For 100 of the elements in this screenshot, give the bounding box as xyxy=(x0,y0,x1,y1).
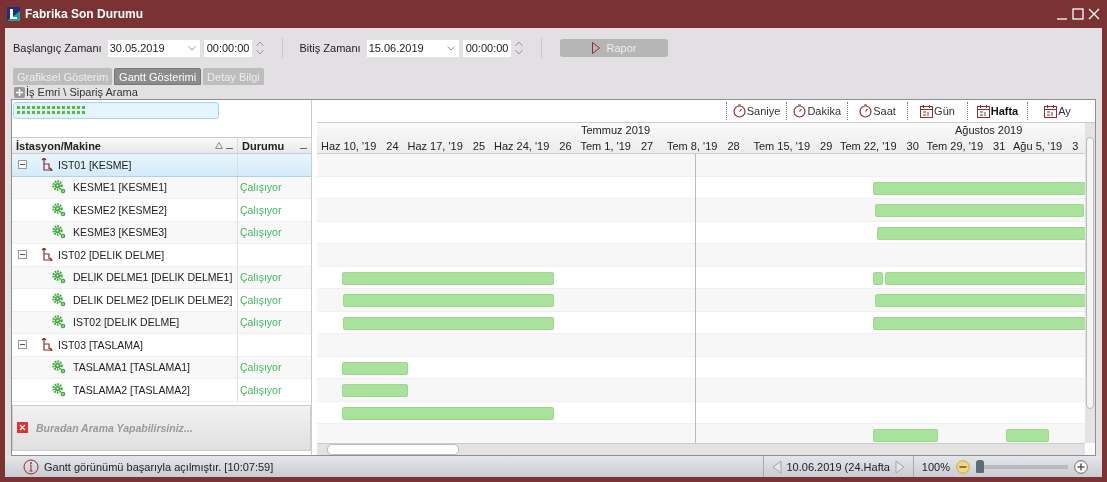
station-name: IST03 [TASLAMA] xyxy=(58,338,143,351)
horizontal-scrollbar[interactable] xyxy=(317,443,1085,455)
collapse-icon[interactable] xyxy=(18,250,27,260)
gears-icon xyxy=(52,202,66,217)
previous-icon[interactable] xyxy=(771,459,782,474)
task-bar[interactable] xyxy=(873,316,1085,330)
station-name: IST01 [KESME] xyxy=(58,158,132,171)
scale-button[interactable]: Dakika xyxy=(786,102,847,120)
start-date-field[interactable]: 30.05.2019 xyxy=(107,39,200,57)
end-date-field[interactable]: 15.06.2019 xyxy=(366,39,459,57)
tree-row[interactable]: TASLAMA2 [TASLAMA2] Çalışıyor xyxy=(12,379,311,402)
tree-row[interactable]: KESME1 [KESME1] Çalışıyor xyxy=(12,176,311,199)
tree-row[interactable]: DELIK DELME1 [DELIK DELME1] Çalışıyor xyxy=(12,266,311,289)
clear-icon[interactable] xyxy=(17,422,28,433)
task-bar[interactable] xyxy=(343,316,554,330)
task-bar[interactable] xyxy=(1006,429,1049,442)
task-bar[interactable] xyxy=(342,271,554,285)
scale-button[interactable]: Gün xyxy=(907,102,967,120)
task-bar[interactable] xyxy=(877,226,1085,240)
end-time-label: Bitiş Zamanı xyxy=(299,42,361,54)
task-bar[interactable] xyxy=(885,271,1085,285)
status-text: Çalışıyor xyxy=(239,316,282,329)
week-date-label: Haz 17, '19 xyxy=(407,139,463,152)
machine-name: TASLAMA2 [TASLAMA2] xyxy=(73,383,190,396)
calendar-icon xyxy=(920,104,934,118)
start-time-label: Başlangıç Zamanı xyxy=(13,42,102,54)
tree-row[interactable]: IST01 [KESME] xyxy=(12,154,311,177)
task-bar[interactable] xyxy=(343,294,554,307)
collapse-icon[interactable] xyxy=(18,160,27,170)
status-text: Çalışıyor xyxy=(239,226,282,239)
task-bar[interactable] xyxy=(873,271,883,285)
tree-row[interactable]: IST03 [TASLAMA] xyxy=(12,334,311,357)
scale-button[interactable]: Saat xyxy=(847,102,907,120)
column-header[interactable]: İstasyon/Makine xyxy=(12,138,238,153)
month-label: Temmuz 2019 xyxy=(581,124,651,136)
task-bar[interactable] xyxy=(342,384,408,397)
week-date-label: Tem 29, '19 xyxy=(926,139,984,152)
next-icon[interactable] xyxy=(894,459,905,474)
week-number-label: 3 xyxy=(1072,139,1079,152)
chevron-down-icon xyxy=(446,45,455,51)
week-number-label: 29 xyxy=(820,139,833,152)
task-bar[interactable] xyxy=(873,429,938,442)
app-logo-icon xyxy=(7,7,20,21)
status-text: Çalışıyor xyxy=(239,181,282,194)
week-date-label: Haz 10, '19 xyxy=(321,139,377,152)
slider-thumb[interactable] xyxy=(976,460,984,473)
scale-button[interactable]: Saniye xyxy=(725,102,787,120)
tree-row[interactable]: TASLAMA1 [TASLAMA1] Çalışıyor xyxy=(12,356,311,379)
tree-row[interactable]: DELIK DELME2 [DELIK DELME2] Çalışıyor xyxy=(12,289,311,312)
machine-name: KESME1 [KESME1] xyxy=(73,181,167,194)
tree-row[interactable]: KESME3 [KESME3] Çalışıyor xyxy=(12,221,311,244)
expand-plus-icon[interactable] xyxy=(14,86,25,98)
week-number-label: 24 xyxy=(386,139,399,152)
station-name: IST02 [DELIK DELME] xyxy=(58,248,165,261)
tree-row[interactable]: KESME2 [KESME2] Çalışıyor xyxy=(12,199,311,222)
close-icon[interactable] xyxy=(1088,8,1100,20)
order-search-link[interactable]: İş Emri \ Sipariş Arama xyxy=(26,86,138,98)
gears-icon xyxy=(52,315,66,330)
scale-button[interactable]: Ay xyxy=(1027,102,1087,120)
stopwatch-icon xyxy=(859,104,873,118)
zoom-in-icon[interactable] xyxy=(1074,459,1088,474)
stopwatch-icon xyxy=(793,104,807,118)
week-number-label: 27 xyxy=(640,139,654,152)
tree-row[interactable]: IST02 [DELIK DELME] xyxy=(12,244,311,267)
gears-icon xyxy=(52,292,66,307)
status-message: Gantt görünümü başarıyla açılmıştır. [10:07:59] xyxy=(44,460,274,473)
scale-button[interactable]: Hafta xyxy=(967,102,1027,120)
gears-icon xyxy=(52,382,66,397)
vertical-scrollbar[interactable] xyxy=(1085,123,1095,443)
start-time-field[interactable]: 00:00:00 xyxy=(203,39,253,57)
gears-icon xyxy=(52,360,66,375)
task-bar[interactable] xyxy=(342,406,554,420)
task-bar[interactable] xyxy=(873,181,1085,195)
search-field[interactable]: Buradan Arama Yapabilirsiniz... xyxy=(34,420,238,435)
task-bar[interactable] xyxy=(875,294,1085,307)
zoom-out-icon[interactable] xyxy=(956,459,970,474)
task-bar[interactable] xyxy=(875,204,1084,217)
status-text: Çalışıyor xyxy=(239,271,282,284)
machine-name: DELIK DELME2 [DELIK DELME2] xyxy=(73,293,233,306)
week-number-label: 25 xyxy=(472,139,486,152)
machine-name: IST02 [DELIK DELME] xyxy=(73,316,180,329)
tree-row[interactable]: IST02 [DELIK DELME] Çalışıyor xyxy=(12,311,311,334)
window-title: Fabrika Son Durumu xyxy=(25,7,143,21)
spinner-icon[interactable] xyxy=(256,40,265,56)
column-header[interactable]: Durumu xyxy=(238,138,311,153)
chevron-down-icon xyxy=(187,45,196,51)
spinner-icon[interactable] xyxy=(515,40,524,56)
sort-icon[interactable] xyxy=(215,142,223,149)
hierarchy-icon xyxy=(41,338,53,352)
status-text: Çalışıyor xyxy=(239,293,282,306)
task-bar[interactable] xyxy=(342,361,408,375)
end-time-field[interactable]: 00:00:00 xyxy=(462,39,512,57)
week-number-label: 26 xyxy=(559,139,572,152)
maximize-icon[interactable] xyxy=(1072,8,1084,20)
calendar-icon xyxy=(976,104,990,118)
hierarchy-icon xyxy=(41,158,53,172)
collapse-icon[interactable] xyxy=(18,340,27,350)
week-number-label: 31 xyxy=(993,139,1006,152)
week-date-label: Tem 1, '19 xyxy=(580,139,631,152)
month-label: Ağustos 2019 xyxy=(955,124,1023,136)
